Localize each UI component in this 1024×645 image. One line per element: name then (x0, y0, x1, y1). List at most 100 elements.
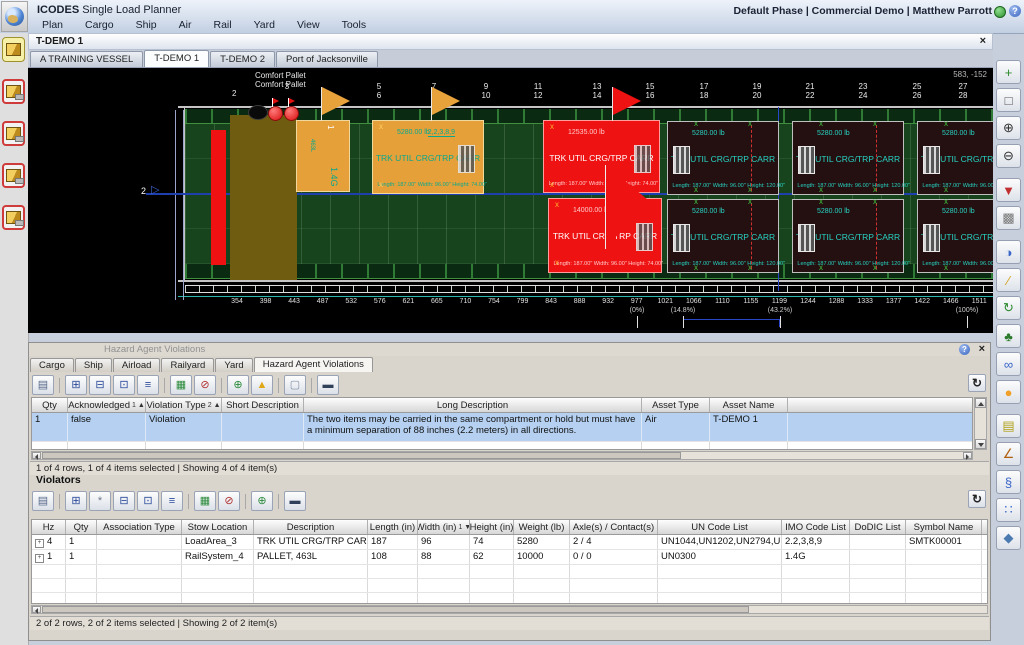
hazard-marker[interactable] (268, 106, 283, 121)
expand-icon[interactable]: + (35, 539, 44, 548)
table-row[interactable] (32, 442, 972, 450)
refresh-button[interactable]: ↻ (968, 490, 986, 508)
hide-excluded-button[interactable]: ⊘ (194, 375, 216, 395)
ellipse-tool-icon[interactable]: ● (996, 380, 1021, 404)
tab-ship[interactable]: Ship (75, 358, 112, 372)
menu-item-air[interactable]: Air (168, 18, 203, 32)
tree-expand-selected-button[interactable]: ⊡ (113, 375, 135, 395)
report-button[interactable]: ▤ (32, 375, 54, 395)
hazard-marker[interactable] (284, 106, 299, 121)
tree-expand-button[interactable]: ⊞ (65, 375, 87, 395)
scroll-up-icon[interactable] (975, 398, 986, 408)
menu-item-yard[interactable]: Yard (243, 18, 286, 32)
tab-t-demo-2[interactable]: T-DEMO 2 (210, 51, 275, 67)
scroll-right-icon[interactable] (963, 452, 972, 459)
vertical-scrollbar[interactable] (974, 397, 987, 450)
tree-collapse-button[interactable]: ⊟ (113, 491, 135, 511)
column-header[interactable]: Acknowledged1 ▲ (68, 398, 146, 412)
disc-tool-icon[interactable]: ◑ (996, 240, 1021, 264)
tree-expand-button[interactable]: ⊞ (65, 491, 87, 511)
expand-icon[interactable]: + (35, 554, 44, 563)
add-item-button[interactable]: ⊕ (251, 491, 273, 511)
fit-view-icon[interactable]: □ (996, 88, 1021, 112)
select-columns-button[interactable]: ≡ (137, 375, 159, 395)
menu-item-rail[interactable]: Rail (202, 18, 242, 32)
menu-item-tools[interactable]: Tools (331, 18, 378, 32)
tab-a-training-vessel[interactable]: A TRAINING VESSEL (30, 51, 143, 67)
help-icon[interactable]: ? (959, 344, 970, 355)
pallet-463l[interactable]: 1463L1.4G (296, 120, 350, 192)
column-header[interactable]: Long Description (304, 398, 642, 412)
measure-red-tool-icon[interactable]: ▼ (996, 178, 1021, 202)
tab-hazard-agent-violations[interactable]: Hazard Agent Violations (254, 357, 373, 372)
ship-load-tool-icon[interactable] (2, 205, 25, 230)
tab-cargo[interactable]: Cargo (30, 358, 74, 372)
tab-railyard[interactable]: Railyard (161, 358, 214, 372)
menu-item-cargo[interactable]: Cargo (74, 18, 125, 32)
dark-panel-button[interactable]: ▬ (317, 375, 339, 395)
show-all-button[interactable]: ▦ (170, 375, 192, 395)
column-header[interactable]: Weight (lb) (514, 520, 570, 534)
cargo-box[interactable]: 5280.00 lbTRK UTIL CRG/TRP CARRLength: 1… (667, 199, 779, 273)
column-header[interactable]: Asset Name (710, 398, 788, 412)
hide-excluded-button[interactable]: ⊘ (218, 491, 240, 511)
select-points-tool-icon[interactable]: ∷ (996, 498, 1021, 522)
add-item-button[interactable]: ⊕ (227, 375, 249, 395)
notes-tool-icon[interactable]: ▤ (996, 414, 1021, 438)
tab-t-demo-1[interactable]: T-DEMO 1 (144, 50, 209, 67)
column-header[interactable]: Short Description (222, 398, 304, 412)
column-header[interactable]: Qty (66, 520, 97, 534)
dark-panel-button[interactable]: ▬ (284, 491, 306, 511)
menu-item-plan[interactable]: Plan (31, 18, 74, 32)
column-header[interactable]: Qty (32, 398, 68, 412)
close-icon[interactable]: × (979, 343, 985, 355)
deck-view[interactable]: 583, -152 Comfort Pallet Comfort Pallet … (28, 68, 993, 333)
column-header[interactable]: Length (in) (368, 520, 418, 534)
select-area-tool-icon[interactable]: ▩ (996, 206, 1021, 230)
scroll-left-icon[interactable] (32, 606, 41, 613)
table-row[interactable] (32, 593, 987, 604)
column-header[interactable]: Axle(s) / Contact(s) (570, 520, 658, 534)
cargo-box[interactable]: 5280.00 lbTRK UTIL CRG/TRP CARRLength: 1… (792, 121, 904, 195)
column-header[interactable]: Association Type (97, 520, 182, 534)
validate-tool-icon[interactable]: ♣ (996, 324, 1021, 348)
column-header[interactable]: Description (254, 520, 368, 534)
cargo-box[interactable]: 5280.00 lbTRK UTIL CRG/TRP CARRLength: 1… (792, 199, 904, 273)
zoom-in-icon[interactable]: ⊕ (996, 116, 1021, 140)
hazard-check-button[interactable]: ▲ (251, 375, 273, 395)
tab-yard[interactable]: Yard (215, 358, 252, 372)
zoom-out-icon[interactable]: ⊖ (996, 144, 1021, 168)
document-button[interactable]: ▢ (284, 375, 306, 395)
container-stack-tool-icon[interactable] (2, 163, 25, 188)
table-row[interactable] (32, 565, 987, 579)
gear-button[interactable]: * (89, 491, 111, 511)
report-button[interactable]: ▤ (32, 491, 54, 511)
menu-item-ship[interactable]: Ship (125, 18, 168, 32)
scroll-thumb[interactable] (42, 452, 681, 459)
rotate-tool-icon[interactable]: ↻ (996, 296, 1021, 320)
table-row[interactable]: +41LoadArea_3TRK UTIL CRG/TRP CARR187967… (32, 535, 987, 550)
scroll-thumb[interactable] (42, 606, 749, 613)
load-plan-tool-icon[interactable] (2, 37, 25, 62)
table-row[interactable]: 1falseViolationThe two items may be carr… (32, 413, 972, 442)
menu-item-view[interactable]: View (286, 18, 331, 32)
cargo-box[interactable]: 5280.00 lbTRK UTIL CRG/TRP CARRLength: 1… (917, 199, 993, 273)
horizontal-scrollbar[interactable] (31, 605, 988, 614)
column-header[interactable]: Symbol Name (906, 520, 982, 534)
forklift-tool-icon[interactable] (2, 121, 25, 146)
scroll-down-icon[interactable] (975, 439, 986, 449)
column-header[interactable]: IMO Code List (782, 520, 850, 534)
scroll-left-icon[interactable] (32, 452, 41, 459)
cargo-box[interactable]: 5280.00 lb2,2,3,8,9TRK UTIL CRG/TRP CARR… (372, 120, 484, 194)
column-header[interactable]: Height (in) (470, 520, 514, 534)
horizontal-scrollbar[interactable] (31, 451, 973, 460)
tab-port-of-jacksonville[interactable]: Port of Jacksonville (276, 51, 378, 67)
column-header[interactable]: Stow Location (182, 520, 254, 534)
column-header[interactable]: Asset Type (642, 398, 710, 412)
select-columns-button[interactable]: ≡ (161, 491, 183, 511)
table-row[interactable]: +11RailSystem_4PALLET, 463L1088862100000… (32, 550, 987, 565)
cargo-ramp-tool-icon[interactable] (2, 79, 25, 104)
column-header[interactable]: UN Code List (658, 520, 782, 534)
draw-line-tool-icon[interactable]: ∕ (996, 268, 1021, 292)
table-row[interactable] (32, 579, 987, 593)
